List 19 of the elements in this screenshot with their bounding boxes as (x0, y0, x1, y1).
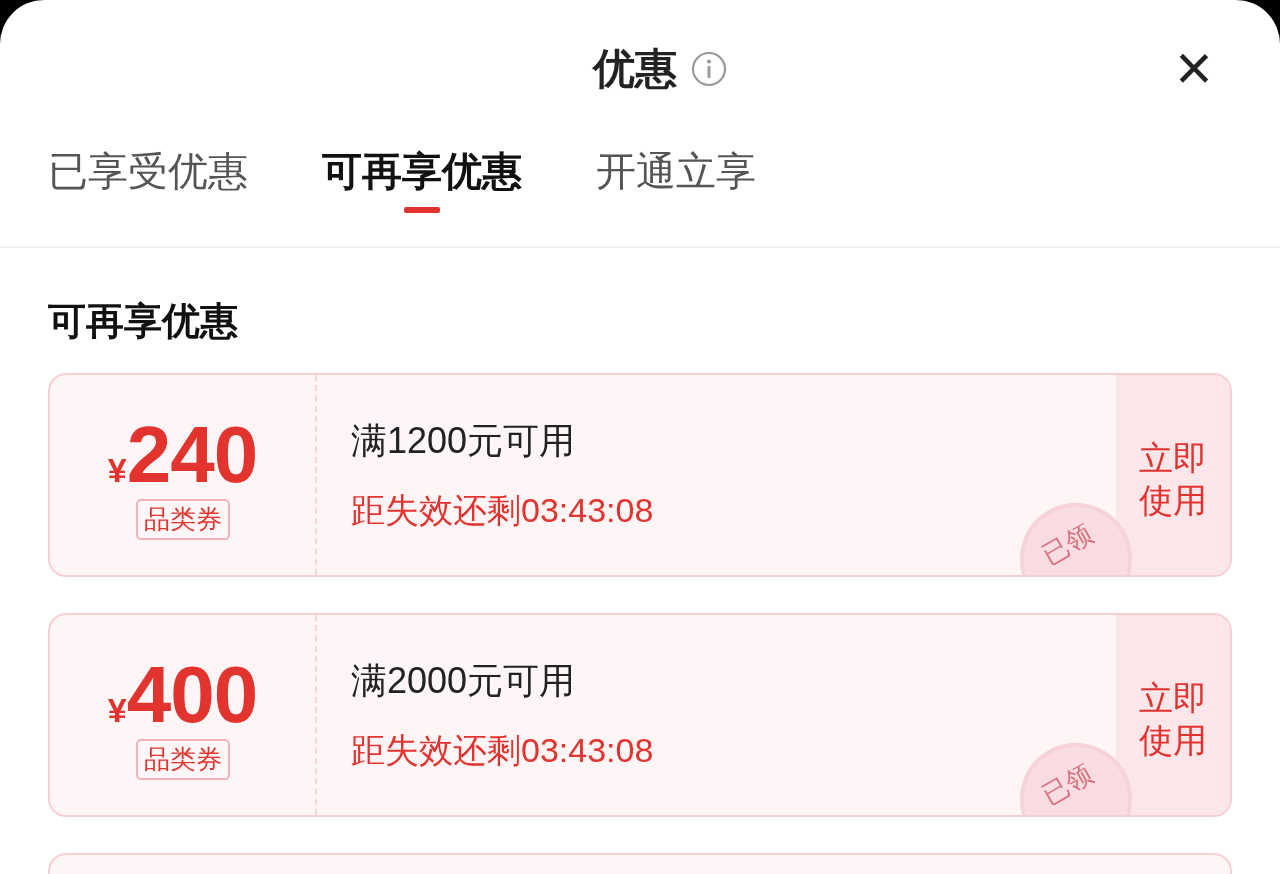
sheet-title: 优惠 (593, 44, 677, 94)
expiry-countdown: 距失效还剩03:43:08 (351, 489, 654, 531)
use-now-button[interactable]: 立即使用 (1116, 615, 1230, 815)
coupon-type-tag: 品类券 (135, 498, 230, 540)
tab[interactable]: 可再享优惠 (322, 138, 522, 219)
expiry-countdown: 距失效还剩03:43:08 (351, 729, 654, 771)
coupon-condition: 满2000元可用 (351, 658, 576, 703)
coupon-amount: 240 (126, 410, 258, 499)
coupon-type-tag: 品类券 (135, 738, 230, 780)
tab[interactable]: 已享受优惠 (48, 138, 248, 219)
close-button[interactable]: × (1166, 40, 1222, 96)
info-icon[interactable] (691, 51, 727, 87)
coupon-amount: 400 (126, 650, 258, 739)
coupon-condition: 满1200元可用 (351, 418, 576, 463)
section-heading: 可再享优惠 (48, 299, 239, 344)
currency-symbol: ¥ (107, 690, 127, 730)
currency-symbol: ¥ (107, 450, 127, 490)
tab[interactable]: 开通立享 (596, 138, 756, 219)
use-now-button[interactable]: 立即使用 (1116, 375, 1230, 575)
